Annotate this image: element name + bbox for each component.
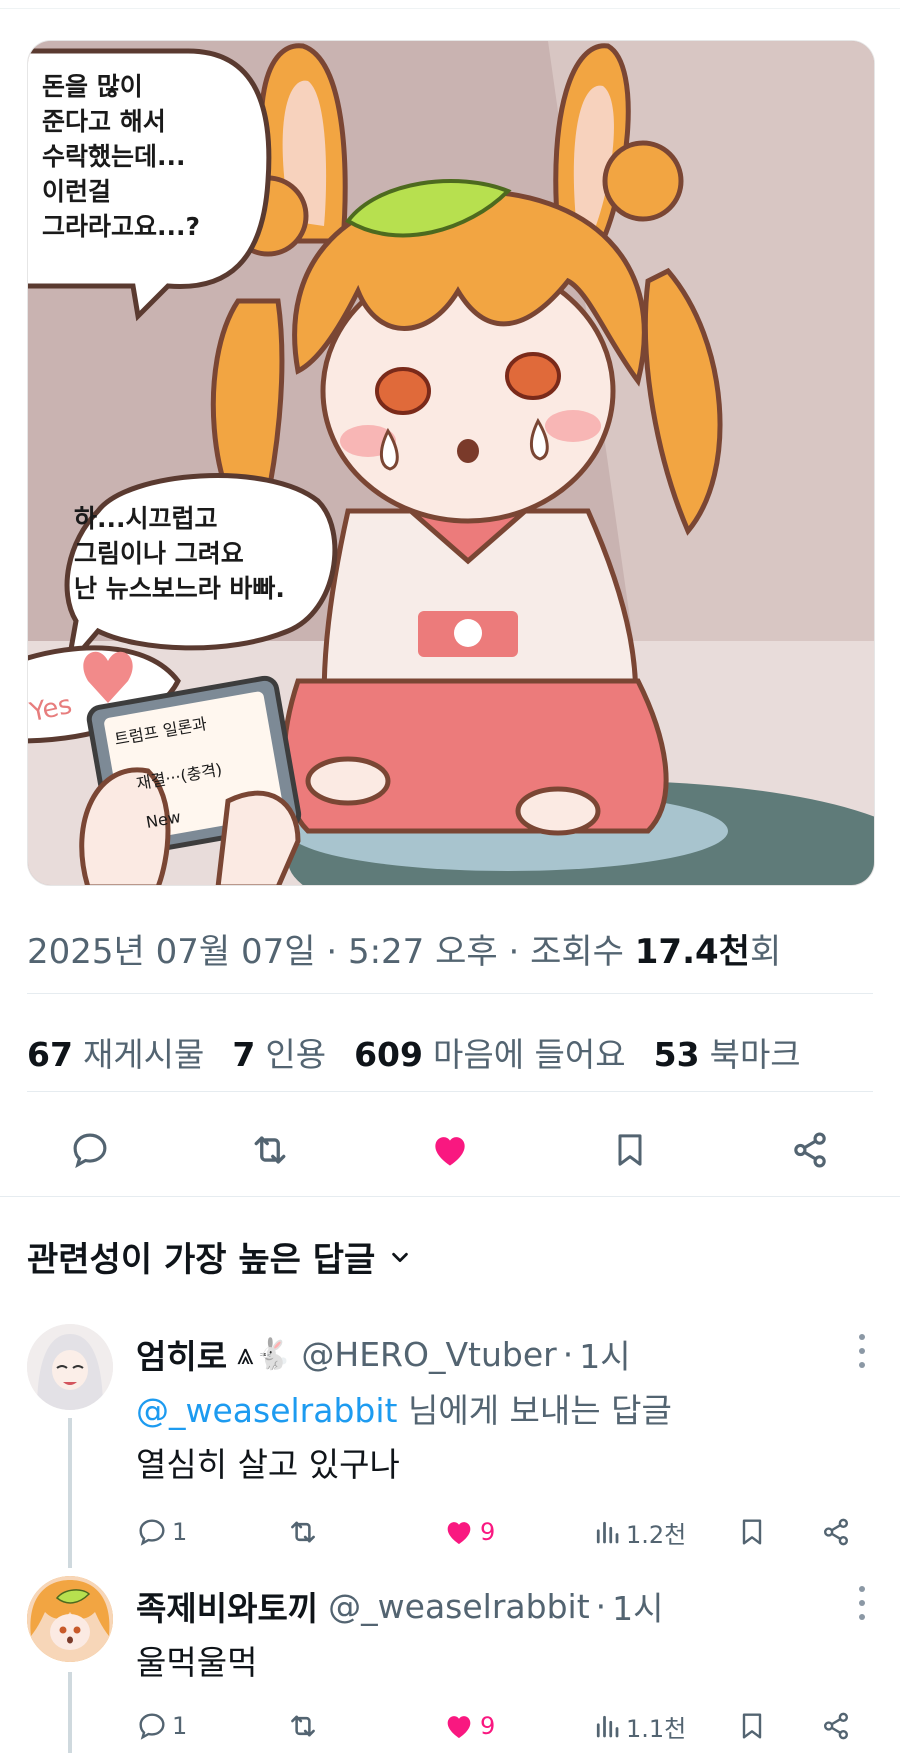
heart-icon <box>447 1522 471 1545</box>
reply-button[interactable] <box>64 1124 116 1176</box>
meta-sep: · <box>508 932 520 972</box>
heart-icon <box>447 1716 471 1739</box>
reply-header: 엄히로 ⩓🐇 @HERO_Vtuber · 1시 <box>136 1330 631 1378</box>
quotes-stat[interactable]: 7 인용 <box>232 1028 326 1076</box>
repost-icon <box>254 1136 286 1164</box>
reply-item[interactable]: 엄히로 ⩓🐇 @HERO_Vtuber · 1시 @_weaselrabbit … <box>0 1310 900 1568</box>
like-count: 9 <box>480 1518 496 1546</box>
post-stats: 67 재게시물 7 인용 609 마음에 들어요 53 북마크 <box>27 1028 801 1076</box>
heart-icon <box>435 1137 465 1166</box>
reply-author-name[interactable]: 엄히로 <box>136 1330 227 1378</box>
reply-repost-button[interactable] <box>286 1510 320 1554</box>
reply-text: 울먹울먹 <box>136 1643 258 1682</box>
post-date[interactable]: 2025년 07월 07일 <box>27 932 316 972</box>
reply-views[interactable]: 1.1천 <box>592 1704 686 1748</box>
bookmark-icon <box>742 1713 762 1739</box>
reply-sep: · <box>562 1334 574 1374</box>
more-vertical-icon[interactable] <box>858 1586 866 1620</box>
reply-count: 1 <box>172 1712 188 1740</box>
reply-author-handle[interactable]: @_weaselrabbit <box>328 1587 589 1626</box>
reply-views[interactable]: 1.2천 <box>592 1510 686 1554</box>
reply-bookmark-button[interactable] <box>736 1704 768 1748</box>
meta-sep: · <box>326 932 338 972</box>
reply-to-suffix: 님에게 보내는 답글 <box>407 1391 672 1430</box>
post-actions <box>0 1110 900 1190</box>
views-value: 17.4천 <box>634 932 750 972</box>
more-vertical-icon[interactable] <box>858 1334 866 1368</box>
post-meta: 2025년 07월 07일 · 5:27 오후 · 조회수 17.4천회 <box>27 924 781 973</box>
repost-icon <box>291 1715 315 1737</box>
bar-chart-icon <box>596 1521 619 1544</box>
repost-icon <box>291 1521 315 1543</box>
reply-share-button[interactable] <box>820 1510 852 1554</box>
avatar[interactable] <box>27 1576 113 1662</box>
chevron-down-icon <box>392 1252 409 1262</box>
bookmarks-stat[interactable]: 53 북마크 <box>654 1028 801 1076</box>
reply-to-mention[interactable]: @_weaselrabbit <box>136 1391 397 1430</box>
like-count: 9 <box>480 1712 496 1740</box>
reply-repost-button[interactable] <box>286 1704 320 1748</box>
section-divider <box>0 1196 900 1197</box>
post-time[interactable]: 5:27 오후 <box>348 932 498 972</box>
reply-author-handle[interactable]: @HERO_Vtuber <box>301 1335 556 1374</box>
view-count: 1.1천 <box>626 1714 687 1743</box>
reply-reply-button[interactable]: 1 <box>136 1704 187 1748</box>
reply-reply-button[interactable]: 1 <box>136 1510 187 1554</box>
reply-item[interactable]: 족제비와토끼 @_weaselrabbit · 1시 울먹울먹 1 9 1.1천 <box>0 1560 900 1753</box>
reply-time[interactable]: 1시 <box>612 1582 663 1630</box>
reply-actions: 1 9 1.1천 <box>136 1704 866 1748</box>
likes-stat[interactable]: 609 마음에 들어요 <box>354 1028 626 1076</box>
share-icon <box>824 1712 848 1740</box>
reply-text: 열심히 살고 있구나 <box>136 1445 400 1484</box>
share-icon <box>824 1518 848 1546</box>
divider <box>27 993 873 994</box>
avatar[interactable] <box>27 1324 113 1410</box>
reply-actions: 1 9 1.2천 <box>136 1510 866 1554</box>
reply-like-button[interactable]: 9 <box>442 1510 495 1554</box>
reply-bookmark-button[interactable] <box>736 1510 768 1554</box>
reply-sort-label: 관련성이 가장 높은 답글 <box>27 1240 376 1280</box>
verified-badge: ⩓🐇 <box>237 1336 292 1372</box>
views-suffix: 회 <box>749 932 782 972</box>
reposts-stat[interactable]: 67 재게시물 <box>27 1028 204 1076</box>
post-image[interactable]: 돈을 많이 준다고 해서 수락했는데... 이런걸 그라라고요...? 하...… <box>27 40 875 886</box>
share-button[interactable] <box>784 1124 836 1176</box>
reply-share-button[interactable] <box>820 1704 852 1748</box>
reply-author-name[interactable]: 족제비와토끼 <box>136 1582 318 1630</box>
share-icon <box>794 1132 826 1168</box>
reply-icon <box>73 1133 107 1169</box>
bubble-top-text: 돈을 많이 준다고 해서 수락했는데... 이런걸 그라라고요...? <box>42 72 200 241</box>
bar-chart-icon <box>596 1715 619 1738</box>
reply-icon <box>139 1713 165 1740</box>
reply-sep: · <box>595 1586 607 1626</box>
bookmark-button[interactable] <box>604 1124 656 1176</box>
reply-header: 족제비와토끼 @_weaselrabbit · 1시 <box>136 1582 664 1630</box>
top-divider <box>0 8 900 9</box>
repost-button[interactable] <box>244 1124 296 1176</box>
bookmark-icon <box>742 1519 762 1545</box>
reply-icon <box>139 1519 165 1546</box>
reply-to-line: @_weaselrabbit 님에게 보내는 답글 <box>136 1384 672 1432</box>
view-count: 1.2천 <box>626 1520 687 1549</box>
reply-like-button[interactable]: 9 <box>442 1704 495 1748</box>
thread-line <box>68 1672 72 1753</box>
thread-line <box>68 1418 72 1568</box>
bookmark-icon <box>618 1134 642 1166</box>
divider <box>27 1091 873 1092</box>
views-label: 조회수 <box>530 932 624 972</box>
reply-count: 1 <box>172 1518 188 1546</box>
reply-sort-dropdown[interactable]: 관련성이 가장 높은 답글 <box>27 1232 411 1281</box>
like-button[interactable] <box>424 1124 476 1176</box>
bubble-mid-text: 하...시끄럽고 그림이나 그려요 난 뉴스보느라 바빠. <box>74 504 285 603</box>
reply-time[interactable]: 1시 <box>579 1330 630 1378</box>
